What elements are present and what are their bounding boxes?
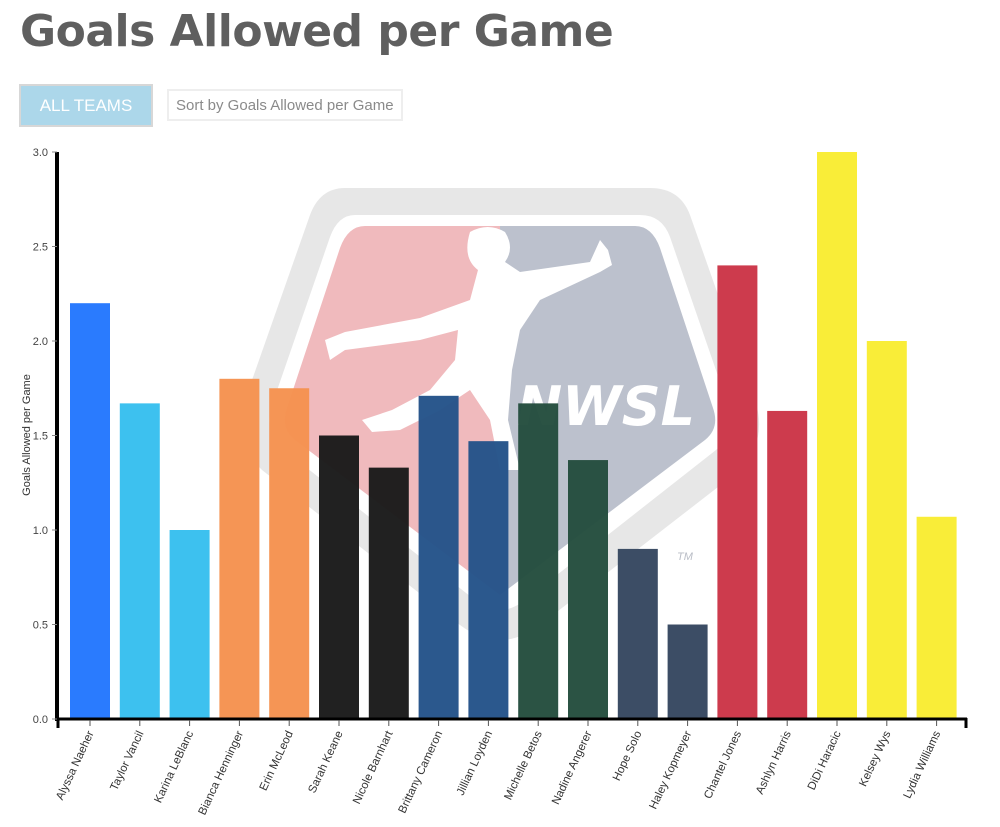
x-tick-label: Nicole Barnhart [351,728,396,806]
bar-nadine-angerer[interactable] [568,460,608,719]
bar-bianca-henninger[interactable] [219,378,260,719]
bar-chantel-jones[interactable] [717,265,758,719]
x-tick-label: DiDi Haracic [806,729,844,792]
bar-brittany-cameron[interactable] [418,395,459,719]
bar-haley-kopmeyer[interactable] [667,624,708,720]
y-tick-label: 0.0 [33,714,48,726]
y-tick-label: 3.0 [33,147,48,159]
x-tick-label: Erin McLeod [258,729,296,793]
x-tick-label: Kelsey Wys [857,729,893,789]
y-tick-label: 1.0 [33,525,48,537]
logo-trademark: TM [677,551,694,563]
x-tick-label: Michelle Betos [502,729,545,802]
y-tick-label: 1.5 [33,431,48,443]
x-axis-ticks: Alyssa Naeher Taylor Vancil Karina LeBlanc… [54,720,943,817]
x-tick-label: Hope Solo [611,729,645,783]
bar-nicole-barnhart[interactable] [368,467,409,719]
page-title: Goals Allowed per Game [20,6,614,57]
x-tick-label: Sarah Keane [306,729,345,795]
bar-hope-solo[interactable] [617,548,658,719]
y-tick-label: 2.5 [33,242,48,254]
bar-sarah-keane[interactable] [319,435,359,720]
bar-erin-mcleod[interactable] [269,388,310,719]
x-tick-label: Ashlyn Harris [754,729,794,796]
x-tick-label: Karina LeBlanc [152,729,196,805]
x-tick-label: Chantel Jones [702,729,744,801]
x-tick-label: Bianca Henninger [197,729,247,817]
bar-chart: NWSL TM 0.00.51.01.52.02.53.0 Alyssa Nae… [21,147,968,817]
bar-jillian-loyden[interactable] [468,441,509,719]
x-tick-label: Lydia Williams [902,729,944,801]
all-teams-button[interactable]: ALL TEAMS [19,84,153,127]
x-tick-label: Taylor Vancil [108,729,146,792]
x-tick-label: Jillian Loyden [455,729,495,797]
y-tick-label: 2.0 [33,336,48,348]
y-axis-title: Goals Allowed per Game [21,374,33,496]
y-axis-ticks: 0.0 0.5 1.0 1.5 2.0 2.5 3.0 [33,147,57,726]
y-tick-label: 0.5 [33,620,48,632]
x-tick-label: Haley Kopmeyer [648,729,695,811]
x-tick-label: Nadine Angerer [550,729,595,807]
bar-michelle-betos[interactable] [518,403,559,719]
bar-karina-leblanc[interactable] [169,530,210,719]
x-tick-label: Brittany Cameron [397,729,446,815]
bar-alyssa-naeher[interactable] [70,303,110,719]
bar-taylor-vancil[interactable] [119,403,160,719]
bar-lydia-williams[interactable] [916,516,957,719]
sort-dropdown[interactable]: Sort by Goals Allowed per Game [167,89,403,121]
x-tick-label: Alyssa Naeher [54,729,97,802]
bar-kelsey-wys[interactable] [866,341,907,719]
bar-didi-haracic[interactable] [817,152,857,719]
bar-ashlyn-harris[interactable] [767,410,808,719]
